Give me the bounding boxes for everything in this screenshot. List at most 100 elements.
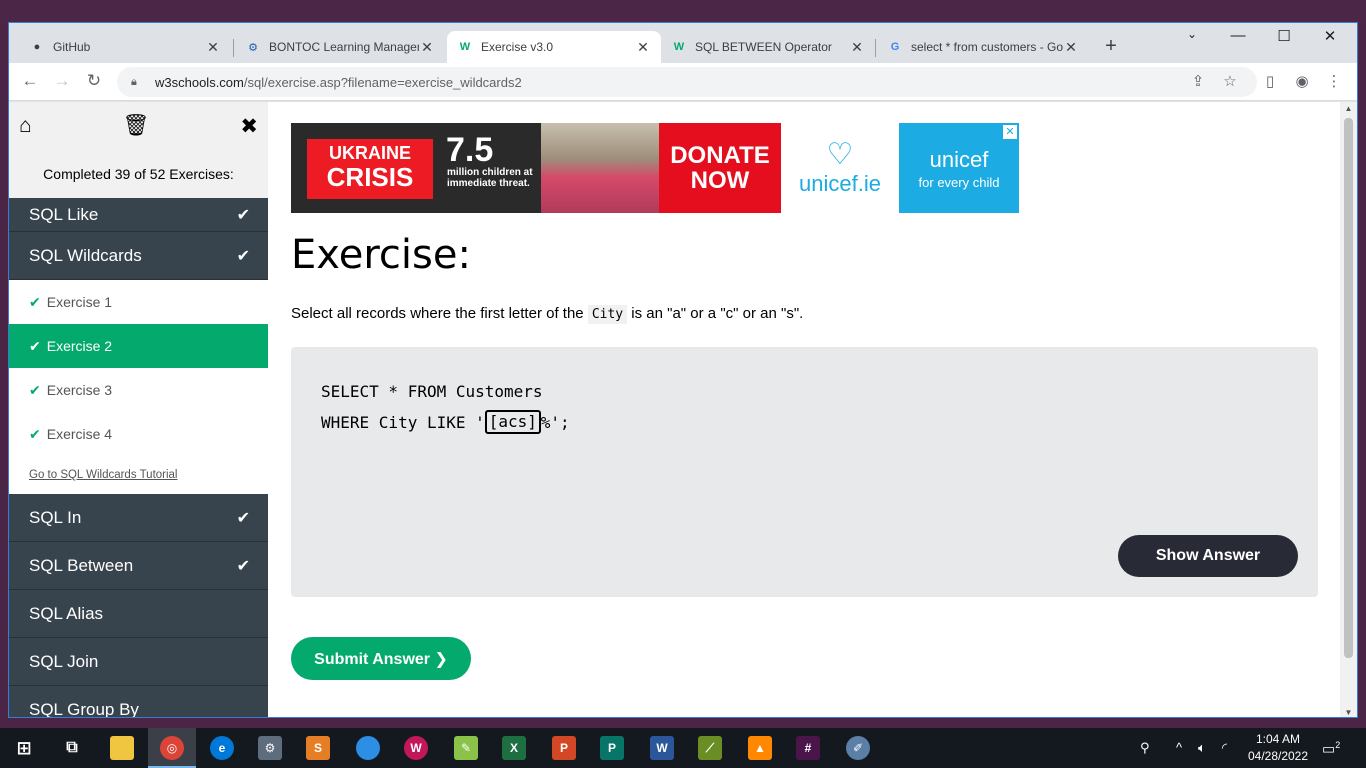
chapter-sql-like[interactable]: SQL Like ✔ (9, 198, 268, 232)
minimize-button[interactable]: — (1215, 27, 1261, 44)
task-view-icon[interactable]: ⧉ (60, 736, 84, 760)
heart-cursor-icon: ♡ (826, 138, 854, 171)
scroll-down-icon[interactable]: ▼ (1340, 708, 1357, 717)
close-icon[interactable]: ✕ (849, 39, 865, 56)
address-bar[interactable]: 🔒︎ w3schools.com/sql/exercise.asp?filena… (117, 67, 1257, 97)
page-title: Exercise: (291, 232, 471, 278)
chapter-sql-wildcards[interactable]: SQL Wildcards ✔ (9, 232, 268, 280)
tab-bontoc[interactable]: ⚙ BONTOC Learning Managem ✕ (235, 31, 445, 63)
vlc-icon[interactable]: ▲ (748, 736, 772, 760)
slack-icon[interactable]: # (796, 736, 820, 760)
close-icon[interactable]: ✕ (205, 39, 221, 56)
excel-icon[interactable]: X (502, 736, 526, 760)
tutorial-link[interactable]: Go to SQL Wildcards Tutorial (9, 456, 268, 494)
maximize-button[interactable]: ☐ (1261, 27, 1307, 45)
exercise-item-1[interactable]: ✔ Exercise 1 (9, 280, 268, 324)
url-text: w3schools.com/sql/exercise.asp?filename=… (155, 74, 522, 90)
people-icon[interactable]: ⚲ (1140, 740, 1150, 756)
scrollbar-thumb[interactable] (1344, 118, 1353, 658)
show-answer-button[interactable]: Show Answer (1118, 535, 1298, 577)
code-editor: SELECT * FROM Customers WHERE City LIKE … (291, 347, 1318, 597)
chapter-sql-group-by[interactable]: SQL Group By (9, 686, 268, 718)
share-icon[interactable]: ⇪ (1187, 72, 1209, 90)
back-button[interactable]: ← (19, 71, 41, 91)
paint-icon[interactable]: ✐ (846, 736, 870, 760)
powerpoint-icon[interactable]: P (552, 736, 576, 760)
control-panel-icon[interactable]: ⚙ (258, 736, 282, 760)
chapter-sql-between[interactable]: SQL Between ✔ (9, 542, 268, 590)
menu-kebab-icon[interactable]: ⋮ (1323, 72, 1345, 90)
google-icon: G (890, 41, 900, 53)
exercise-sidebar: ⌂ 🗑︎ ✖ Completed 39 of 52 Exercises: SQL… (9, 102, 268, 718)
github-icon: ● (33, 41, 41, 53)
page-scrollbar[interactable]: ▲ ▼ (1340, 102, 1357, 717)
bookmark-star-icon[interactable]: ☆ (1219, 72, 1241, 90)
exercise-list: ✔ Exercise 1 ✔ Exercise 2 ✔ Exercise 3 ✔… (9, 280, 268, 494)
ad-close-icon[interactable]: ✕ (1003, 125, 1017, 139)
chapter-sql-in[interactable]: SQL In ✔ (9, 494, 268, 542)
windows-start-icon[interactable]: ⊞ (12, 736, 36, 760)
tab-google[interactable]: G select * from customers - Go ✕ (877, 31, 1089, 63)
notepad-icon[interactable]: ✎ (454, 736, 478, 760)
exercise-label: Exercise 3 (46, 382, 113, 398)
submit-answer-button[interactable]: Submit Answer ❯ (291, 637, 471, 680)
tab-title: SQL BETWEEN Operator (695, 40, 832, 54)
exercise-item-3[interactable]: ✔ Exercise 3 (9, 368, 268, 412)
side-panel-icon[interactable]: ▯ (1259, 72, 1281, 90)
app-icon-2[interactable]: ⟋ (698, 736, 722, 760)
reload-button[interactable]: ↻ (83, 71, 105, 91)
answer-input[interactable]: [acs] (484, 409, 541, 434)
tray-chevron-icon[interactable]: ^ (1176, 740, 1182, 755)
ad-donate-button[interactable]: DONATE NOW (659, 123, 781, 213)
instruction-code: City (587, 305, 628, 324)
ad-unicef-ie-text: unicef.ie (799, 171, 881, 196)
chapter-label: SQL Join (29, 651, 99, 671)
volume-icon[interactable]: 🔈︎ (1198, 740, 1206, 756)
close-icon[interactable]: ✕ (419, 39, 435, 56)
clock-date: 04/28/2022 (1247, 749, 1309, 763)
scroll-up-icon[interactable]: ▲ (1340, 104, 1357, 113)
chapter-sql-join[interactable]: SQL Join (9, 638, 268, 686)
close-icon[interactable]: ✖ (240, 114, 258, 139)
system-clock[interactable]: 1:04 AM 04/28/2022 (1245, 731, 1311, 765)
tab-sql-between[interactable]: W SQL BETWEEN Operator ✕ (661, 31, 875, 63)
tab-title: Exercise v3.0 (481, 40, 554, 54)
exercise-item-2[interactable]: ✔ Exercise 2 (9, 324, 268, 368)
file-explorer-icon[interactable] (110, 736, 134, 760)
close-icon[interactable]: ✕ (1063, 39, 1079, 56)
home-icon[interactable]: ⌂ (19, 114, 32, 138)
chapter-label: SQL Group By (29, 699, 139, 718)
edge-icon[interactable]: e (210, 736, 234, 760)
chapter-label: SQL In (29, 507, 82, 527)
windows-taskbar: ⊞ ⧉ ◎ e ⚙ S W ✎ X P P W ⟋ ▲ # ✐ ⚲ ^ 🔈︎ ◜… (0, 728, 1366, 768)
word-icon[interactable]: W (650, 736, 674, 760)
ad-unicef-logo: unicef for every child ✕ (899, 123, 1019, 213)
ad-banner[interactable]: UKRAINE CRISIS 7.5 million children at i… (291, 123, 1019, 213)
publisher-icon[interactable]: P (600, 736, 624, 760)
chapter-sql-alias[interactable]: SQL Alias (9, 590, 268, 638)
app-icon[interactable] (356, 736, 380, 760)
exercise-item-4[interactable]: ✔ Exercise 4 (9, 412, 268, 456)
trash-icon[interactable]: 🗑︎ (123, 114, 150, 138)
profile-avatar-icon[interactable]: ◉ (1291, 72, 1313, 90)
chrome-icon[interactable]: ◎ (160, 736, 184, 760)
tab-title: BONTOC Learning Managem (269, 40, 419, 54)
sublime-text-icon[interactable]: S (306, 736, 330, 760)
close-icon[interactable]: ✕ (635, 39, 651, 56)
ad-subtext: million children at immediate threat. (447, 167, 533, 189)
moodle-icon: ⚙ (248, 41, 258, 54)
close-window-button[interactable]: ✕ (1307, 27, 1353, 45)
wampserver-icon[interactable]: W (404, 736, 428, 760)
notification-center-icon[interactable]: ▭2 (1322, 740, 1340, 758)
tab-search-button[interactable]: ⌄ (1169, 27, 1215, 41)
code-line-2: WHERE City LIKE ' [acs] %'; (321, 409, 570, 434)
w3schools-icon: W (673, 41, 685, 53)
new-tab-button[interactable]: + (1099, 35, 1123, 58)
code-text: %'; (540, 413, 570, 432)
tab-github[interactable]: ● GitHub ✕ (19, 31, 231, 63)
forward-button[interactable]: → (51, 71, 73, 91)
instruction-text: Select all records where the first lette… (291, 305, 588, 322)
wifi-icon[interactable]: ◜ (1222, 740, 1227, 756)
tab-exercise[interactable]: W Exercise v3.0 ✕ (447, 31, 661, 63)
ad-crisis-text: CRISIS (326, 162, 414, 192)
